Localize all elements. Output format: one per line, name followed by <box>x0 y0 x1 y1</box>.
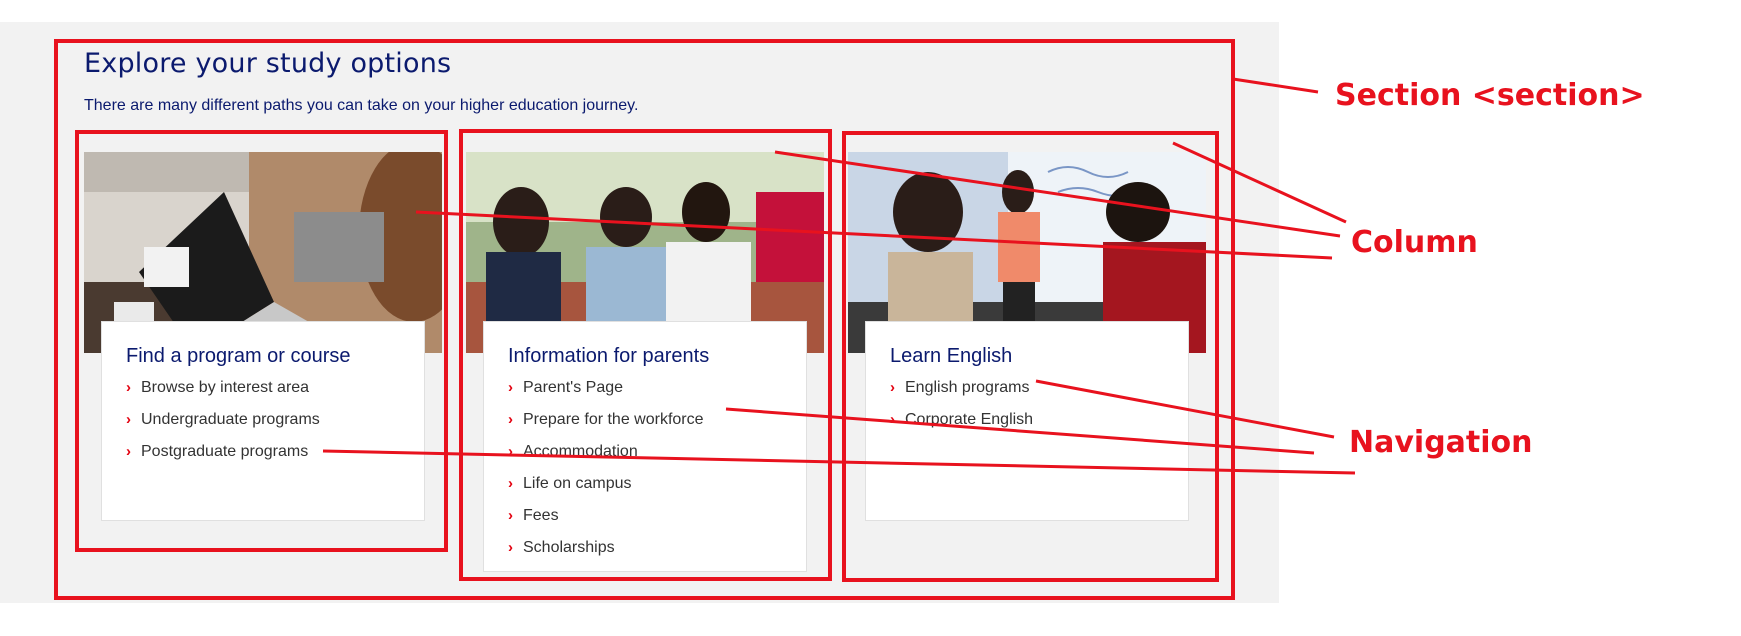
chevron-right-icon: › <box>508 379 513 396</box>
nav-link-scholarships[interactable]: › Scholarships <box>508 532 806 564</box>
nav-link-browse[interactable]: › Browse by interest area <box>126 372 424 404</box>
nav-link-english-programs[interactable]: › English programs <box>890 372 1188 404</box>
card-title[interactable]: Find a program or course <box>102 339 424 373</box>
column-annotation-label: Column <box>1351 225 1478 260</box>
chevron-right-icon: › <box>890 411 895 428</box>
section-heading: Explore your study options <box>84 48 452 79</box>
chevron-right-icon: › <box>126 443 131 460</box>
card-title[interactable]: Information for parents <box>484 339 806 373</box>
section-annotation-label: Section <section> <box>1335 78 1645 113</box>
navigation-annotation-label: Navigation <box>1349 425 1533 460</box>
chevron-right-icon: › <box>508 475 513 492</box>
chevron-right-icon: › <box>126 379 131 396</box>
nav-link-fees[interactable]: › Fees <box>508 500 806 532</box>
nav-link-workforce[interactable]: › Prepare for the workforce <box>508 404 806 436</box>
nav-link-postgraduate[interactable]: › Postgraduate programs <box>126 436 424 468</box>
chevron-right-icon: › <box>126 411 131 428</box>
nav-link-campus-life[interactable]: › Life on campus <box>508 468 806 500</box>
chevron-right-icon: › <box>508 539 513 556</box>
card-learn-english: Learn English › English programs › Corpora… <box>865 321 1189 521</box>
chevron-right-icon: › <box>508 411 513 428</box>
nav-list: › Parent's Page › Prepare for the workforc… <box>484 372 806 564</box>
chevron-right-icon: › <box>508 507 513 524</box>
nav-list: › Browse by interest area › Undergraduate … <box>102 372 424 468</box>
chevron-right-icon: › <box>890 379 895 396</box>
section-intro: There are many different paths you can t… <box>84 97 639 114</box>
nav-link-accommodation[interactable]: › Accommodation <box>508 436 806 468</box>
card-find-program: Find a program or course › Browse by inte… <box>101 321 425 521</box>
nav-link-undergraduate[interactable]: › Undergraduate programs <box>126 404 424 436</box>
nav-list: › English programs › Corporate English <box>866 372 1188 436</box>
card-parents: Information for parents › Parent's Page ›… <box>483 321 807 572</box>
chevron-right-icon: › <box>508 443 513 460</box>
nav-link-parents-page[interactable]: › Parent's Page <box>508 372 806 404</box>
nav-link-corporate-english[interactable]: › Corporate English <box>890 404 1188 436</box>
card-title[interactable]: Learn English <box>866 339 1188 373</box>
